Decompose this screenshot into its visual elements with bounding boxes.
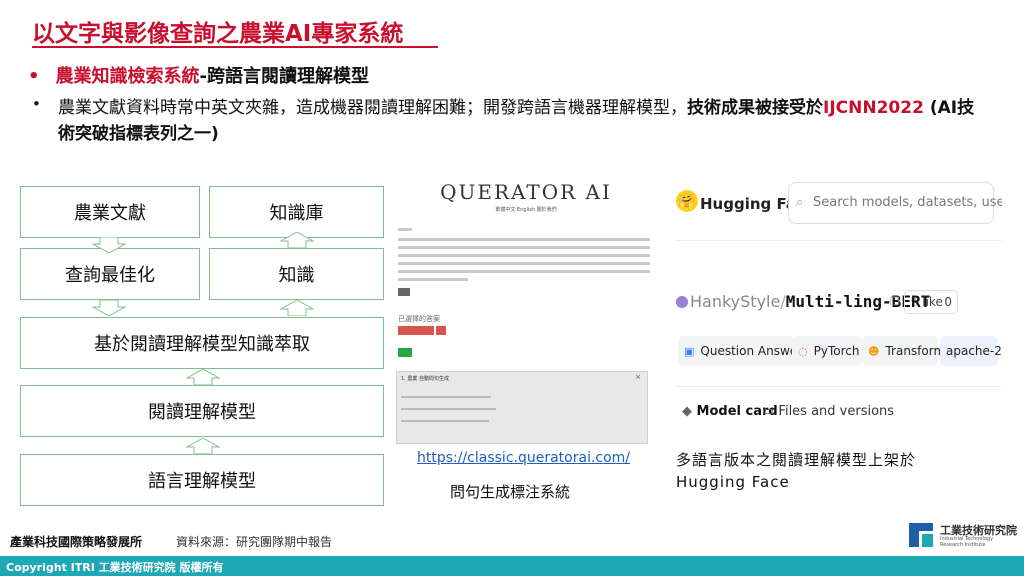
arrow-up-icon xyxy=(280,232,314,248)
tag-question-answering[interactable]: ▣ Question Answering xyxy=(678,336,821,366)
box-knowledge-extraction: 基於閱讀理解模型知識萃取 xyxy=(20,317,384,369)
tab-files-versions[interactable]: ▭ Files and versions xyxy=(762,404,894,419)
modal-title: 1. 農業 自動問句生成 xyxy=(401,376,449,382)
like-count: 0 xyxy=(944,295,952,309)
answer-chip[interactable] xyxy=(436,326,446,335)
footer-source: 資料來源：研究團隊期中報告 xyxy=(176,535,333,549)
itri-en-line: Research Institute xyxy=(940,542,986,548)
model-card-icon: ◆ xyxy=(682,404,697,419)
arrow-down-icon xyxy=(92,300,126,316)
querator-url-link[interactable]: https://classic.queratorai.com/ xyxy=(417,450,630,466)
user-avatar xyxy=(676,296,688,308)
bullet-1: • 農業知識檢索系統-跨語言閱讀理解模型 xyxy=(28,62,369,88)
box-language-model: 語言理解模型 xyxy=(20,454,384,506)
box-knowledge-base: 知識庫 xyxy=(209,186,384,238)
box-knowledge: 知識 xyxy=(209,248,384,300)
option-line[interactable] xyxy=(401,408,496,410)
tag-pytorch[interactable]: ◌ PyTorch xyxy=(792,336,862,366)
heart-icon: ♡ xyxy=(910,295,921,309)
copyright-text: Copyright ITRI 工業技術研究院 版權所有 xyxy=(6,561,224,574)
page-title: 以文字與影像查詢之農業AI專家系統 xyxy=(32,21,404,47)
files-icon: ▭ xyxy=(762,404,779,419)
tag-label: PyTorch xyxy=(813,344,860,358)
arrow-up-icon xyxy=(280,300,314,316)
tag-license[interactable]: apache-2.0 xyxy=(940,336,1002,366)
footer-bar: Copyright ITRI 工業技術研究院 版權所有 xyxy=(0,556,1024,576)
arrow-up-icon xyxy=(186,438,220,454)
question-modal: 1. 農業 自動問句生成 × xyxy=(396,371,648,444)
itri-logo-icon xyxy=(909,523,933,547)
answer-chip[interactable] xyxy=(398,326,434,335)
close-icon[interactable]: × xyxy=(635,373,641,381)
tabs-divider xyxy=(676,386,1002,387)
querator-caption: 問句生成標注系統 xyxy=(450,483,571,501)
selected-answer-label: 已選擇的答案 xyxy=(398,315,440,323)
bullet-1-main: 農業知識檢索系統 xyxy=(55,66,200,87)
option-line[interactable] xyxy=(401,420,489,422)
bullet-dot: • xyxy=(32,95,41,113)
bullet-2-conference: IJCNN2022 xyxy=(823,98,924,118)
arrow-down-icon xyxy=(92,237,126,253)
tag-transformers[interactable]: ☻ Transformers xyxy=(862,336,964,366)
pytorch-icon: ◌ xyxy=(798,344,808,358)
search-icon: ⌕ xyxy=(796,195,804,210)
box-agri-docs: 農業文獻 xyxy=(20,186,200,238)
search-input[interactable]: ⌕ Search models, datasets, users... xyxy=(788,182,1002,224)
box-query-optimization: 查詢最佳化 xyxy=(20,248,200,300)
copy-icon[interactable]: ❐ xyxy=(890,295,900,308)
tab-label: Files and versions xyxy=(778,404,895,419)
bullet-2: 農業文獻資料時常中英文夾雜，造成機器閱讀理解困難；開發跨語言機器理解模型，技術成… xyxy=(58,95,988,147)
arrow-up-icon xyxy=(186,369,220,385)
querator-screenshot: QUERATOR AI 繁體中文 English 關於我們 已選擇的答案 1. … xyxy=(396,172,656,444)
text-line xyxy=(398,246,650,249)
bullet-1-rest: -跨語言閱讀理解模型 xyxy=(199,66,369,87)
search-placeholder: Search models, datasets, users... xyxy=(813,195,1002,210)
huggingface-logo-icon: 🤗 xyxy=(676,190,698,212)
title-underline xyxy=(32,46,438,48)
text-line xyxy=(398,262,650,265)
huggingface-screenshot: 🤗 Hugging Face ⌕ Search models, datasets… xyxy=(668,172,1002,426)
bullet-2-bold: 技術成果被接受於 xyxy=(687,98,823,118)
bullet-2-text: 農業文獻資料時常中英文夾雜，造成機器閱讀理解困難；開發跨語言機器理解模型， xyxy=(58,98,687,118)
footer-org: 產業科技國際策略發展所 xyxy=(10,535,143,549)
huggingface-caption: 多語言版本之閱讀理解模型上架於Hugging Face xyxy=(676,451,917,491)
generate-button[interactable] xyxy=(398,348,412,357)
divider xyxy=(676,240,1002,241)
text-line xyxy=(398,270,650,273)
text-line xyxy=(398,228,412,231)
qa-icon: ▣ xyxy=(684,344,695,358)
model-owner-link[interactable]: HankyStyle xyxy=(690,292,780,311)
querator-logo: QUERATOR AI xyxy=(440,180,612,204)
tag-label: apache-2.0 xyxy=(946,344,1002,358)
text-line xyxy=(398,238,650,241)
like-button[interactable]: ♡ like 0 xyxy=(904,290,958,314)
like-label: like xyxy=(922,295,943,309)
box-rc-model: 閱讀理解模型 xyxy=(20,385,384,437)
transformers-icon: ☻ xyxy=(868,344,880,358)
querator-nav: 繁體中文 English 關於我們 xyxy=(495,207,557,213)
submit-button[interactable] xyxy=(398,288,410,296)
option-line[interactable] xyxy=(401,396,491,398)
text-line xyxy=(398,254,650,257)
bullet-dot: • xyxy=(28,66,40,87)
text-line xyxy=(398,278,468,281)
itri-english-name: Industrial Technology Research Institute xyxy=(940,536,993,548)
